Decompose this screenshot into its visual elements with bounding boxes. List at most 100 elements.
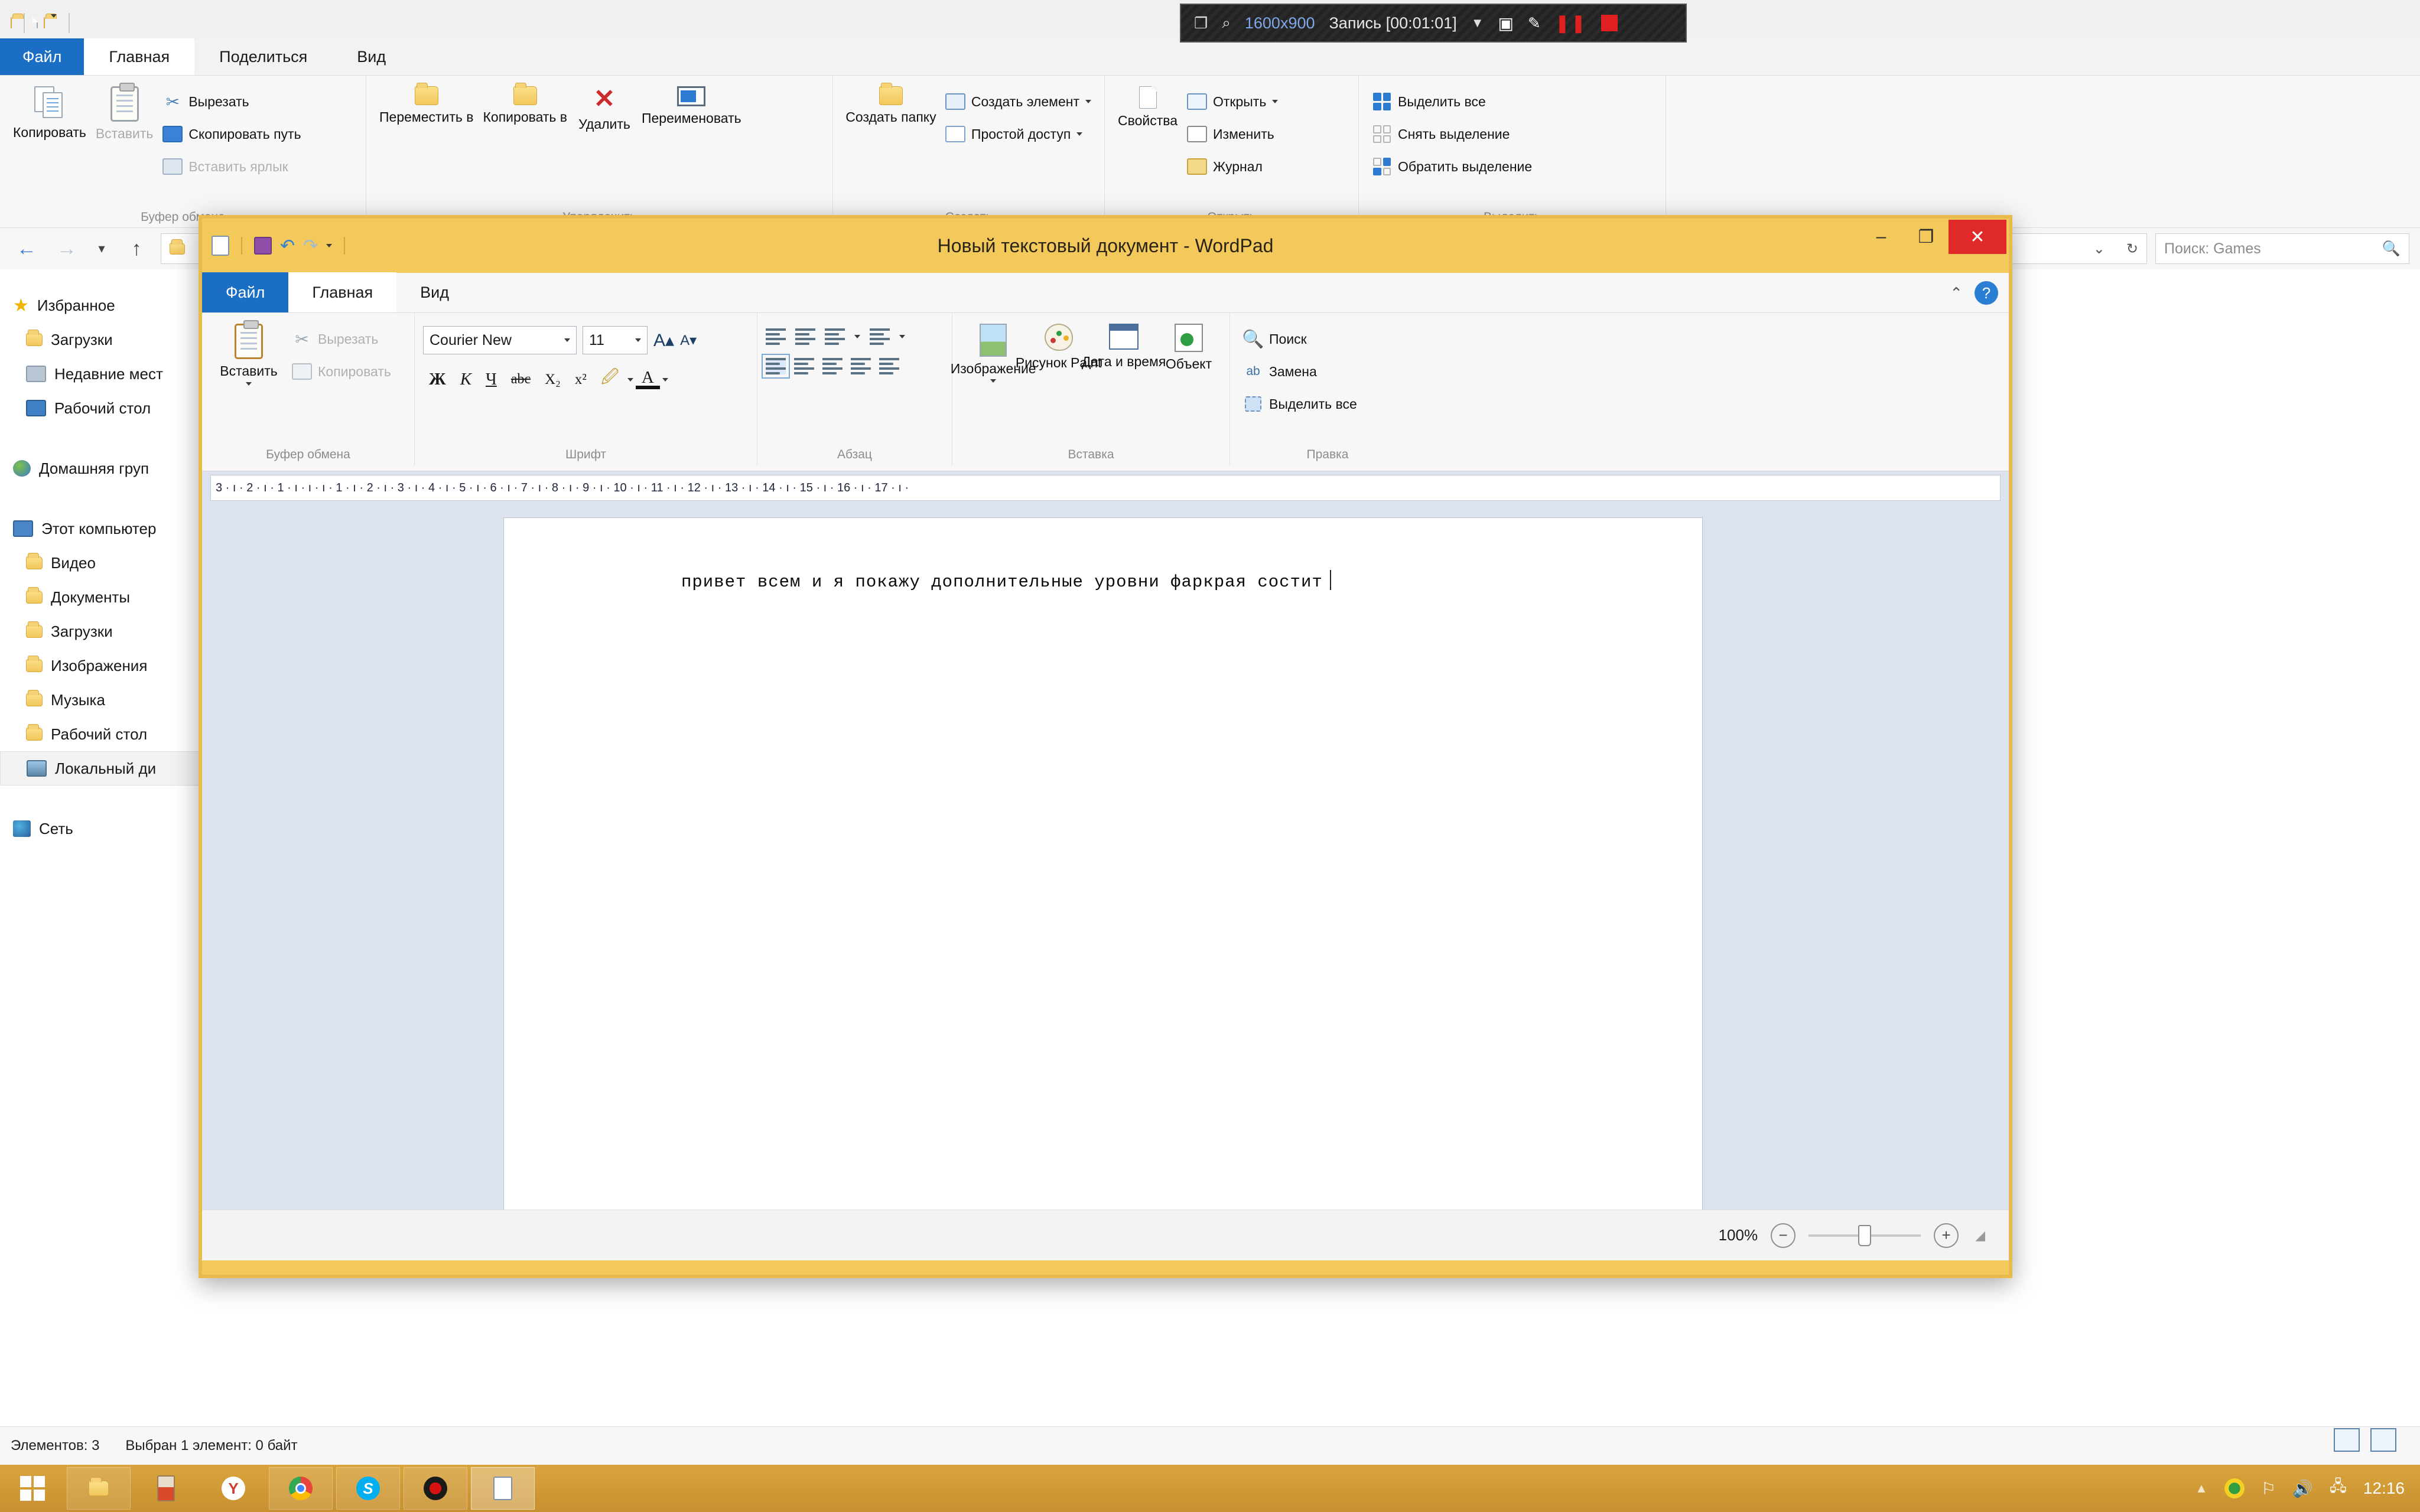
- refresh-icon[interactable]: ↻: [2126, 240, 2138, 258]
- rename-button[interactable]: Переименовать: [637, 82, 746, 228]
- show-hidden-icons-icon[interactable]: ▲: [2195, 1481, 2208, 1496]
- tab-file[interactable]: Файл: [202, 272, 289, 312]
- magnifier-icon[interactable]: ⌕: [1222, 14, 1231, 32]
- forward-arrow-icon[interactable]: →: [51, 233, 83, 265]
- find-button[interactable]: 🔍 Поиск: [1238, 325, 1362, 353]
- sidebar-item-network[interactable]: Сеть: [0, 812, 230, 846]
- zoom-in-icon[interactable]: +: [1934, 1223, 1959, 1248]
- sidebar-item-desktop[interactable]: Рабочий стол: [0, 391, 230, 425]
- justify-icon[interactable]: [851, 358, 871, 374]
- zoom-slider-thumb[interactable]: [1858, 1224, 1872, 1246]
- window-icon[interactable]: ❐: [1194, 14, 1208, 32]
- copy-button[interactable]: Копировать: [287, 357, 396, 386]
- tab-share[interactable]: Поделиться: [194, 38, 332, 75]
- wordpad-ruler[interactable]: 3 · ı · 2 · ı · 1 · ı · ı · ı · 1 · ı · …: [202, 471, 2009, 507]
- chevron-up-icon[interactable]: ⌃: [1950, 284, 1963, 302]
- insert-picture-button[interactable]: Изображение: [951, 319, 1036, 465]
- windows-start-icon[interactable]: [0, 1465, 65, 1512]
- new-folder-button[interactable]: Создать папку: [841, 82, 941, 228]
- sidebar-item-pictures[interactable]: Изображения: [0, 649, 230, 683]
- sidebar-item-music[interactable]: Музыка: [0, 683, 230, 717]
- chevron-down-icon[interactable]: [662, 377, 668, 382]
- resize-grip-icon[interactable]: ◢: [1975, 1228, 1985, 1243]
- wordpad-title-bar[interactable]: ↶ ↷ Новый текстовый документ - WordPad –…: [202, 219, 2009, 273]
- grow-font-icon[interactable]: A▴: [653, 330, 674, 351]
- align-right-icon[interactable]: [822, 358, 843, 374]
- taskbar-chrome-icon[interactable]: [269, 1467, 333, 1510]
- bold-button[interactable]: Ж: [423, 370, 452, 389]
- paragraph-settings-icon[interactable]: [879, 358, 899, 374]
- sidebar-item-documents[interactable]: Документы: [0, 580, 230, 614]
- chevron-down-icon[interactable]: [899, 335, 905, 338]
- sidebar-item-downloads[interactable]: Загрузки: [0, 322, 230, 357]
- pencil-icon[interactable]: ✎: [1528, 14, 1541, 32]
- tiles-view-icon[interactable]: [2370, 1428, 2396, 1452]
- tab-view[interactable]: Вид: [332, 38, 411, 75]
- new-item-button[interactable]: Создать элемент: [941, 87, 1096, 116]
- select-all-button[interactable]: Выделить все: [1367, 87, 1537, 116]
- chevron-down-icon[interactable]: [854, 335, 860, 338]
- minimize-button[interactable]: –: [1859, 220, 1904, 254]
- folder-icon[interactable]: [11, 17, 12, 28]
- pause-icon[interactable]: ❚❚: [1555, 13, 1587, 34]
- question-mark-icon[interactable]: ?: [1975, 281, 1998, 305]
- taskbar-recorder-icon[interactable]: [404, 1467, 467, 1510]
- chevron-down-icon[interactable]: [51, 14, 57, 28]
- insert-object-button[interactable]: Объект: [1156, 319, 1221, 465]
- chevron-down-icon[interactable]: [564, 338, 570, 342]
- taskbar-skype-icon[interactable]: S: [336, 1467, 400, 1510]
- select-none-button[interactable]: Снять выделение: [1367, 120, 1537, 148]
- cut-button[interactable]: ✂ Вырезать: [158, 87, 305, 116]
- delete-button[interactable]: ✕ Удалить: [572, 82, 637, 228]
- easy-access-button[interactable]: Простой доступ: [941, 120, 1096, 148]
- sidebar-item-desktop-folder[interactable]: Рабочий стол: [0, 717, 230, 751]
- chevron-down-icon[interactable]: ▼: [1471, 15, 1484, 31]
- insert-paint-drawing-button[interactable]: Рисунок Paint: [1016, 319, 1101, 465]
- increase-indent-icon[interactable]: [795, 328, 815, 345]
- open-with-button[interactable]: Открыть: [1182, 87, 1283, 116]
- copy-button[interactable]: Копировать: [8, 82, 91, 228]
- tab-file[interactable]: Файл: [0, 38, 84, 75]
- search-input[interactable]: Поиск: Games 🔍: [2155, 233, 2409, 264]
- antivirus-shield-icon[interactable]: [2224, 1478, 2245, 1498]
- document-page[interactable]: привет всем и я покажу дополнительные ур…: [503, 517, 1703, 1210]
- taskbar-file-explorer-icon[interactable]: [67, 1467, 131, 1510]
- taskbar-wordpad-icon[interactable]: [471, 1467, 535, 1510]
- superscript-button[interactable]: x²: [569, 372, 593, 388]
- italic-button[interactable]: К: [454, 370, 477, 389]
- zoom-out-icon[interactable]: −: [1771, 1223, 1796, 1248]
- taskbar-yandex-browser-icon[interactable]: Y: [201, 1467, 265, 1510]
- paste-shortcut-button[interactable]: Вставить ярлык: [158, 152, 305, 181]
- text-highlight-icon[interactable]: 🖉: [595, 365, 625, 394]
- sidebar-item-local-disk[interactable]: Локальный ди: [0, 751, 230, 786]
- back-arrow-icon[interactable]: ←: [11, 233, 43, 265]
- chevron-down-icon[interactable]: [1272, 100, 1279, 103]
- action-center-flag-icon[interactable]: ⚐: [2261, 1479, 2276, 1498]
- replace-button[interactable]: ab Замена: [1238, 357, 1362, 386]
- chevron-down-icon[interactable]: [246, 382, 252, 386]
- zoom-slider[interactable]: [1809, 1224, 1921, 1246]
- details-view-icon[interactable]: [2334, 1428, 2360, 1452]
- chevron-down-icon[interactable]: ⌄: [2093, 240, 2105, 258]
- maximize-button[interactable]: ❐: [1904, 220, 1949, 254]
- sidebar-item-recent-places[interactable]: Недавние мест: [0, 357, 230, 391]
- chevron-down-icon[interactable]: [1085, 100, 1091, 103]
- folder-icon[interactable]: [44, 17, 45, 28]
- underline-button[interactable]: Ч: [480, 370, 503, 389]
- chevron-down-icon[interactable]: [1076, 132, 1083, 136]
- font-color-icon[interactable]: A: [635, 369, 660, 389]
- history-button[interactable]: Журнал: [1182, 152, 1283, 181]
- new-folder-shortcut-icon[interactable]: [37, 17, 38, 28]
- tab-home[interactable]: Главная: [84, 38, 195, 75]
- properties-button[interactable]: Свойства: [1113, 82, 1182, 228]
- invert-selection-button[interactable]: Обратить выделение: [1367, 152, 1537, 181]
- save-icon[interactable]: [254, 237, 272, 255]
- stop-icon[interactable]: [1601, 15, 1618, 31]
- chevron-down-icon[interactable]: [627, 377, 633, 382]
- line-spacing-icon[interactable]: [870, 328, 890, 345]
- select-all-button[interactable]: Выделить все: [1238, 390, 1362, 418]
- sidebar-item-favorites[interactable]: ★ Избранное: [0, 288, 230, 322]
- taskbar-unknown-red-app-icon[interactable]: [134, 1467, 198, 1510]
- edit-button[interactable]: Изменить: [1182, 120, 1283, 148]
- sidebar-item-downloads-pc[interactable]: Загрузки: [0, 614, 230, 649]
